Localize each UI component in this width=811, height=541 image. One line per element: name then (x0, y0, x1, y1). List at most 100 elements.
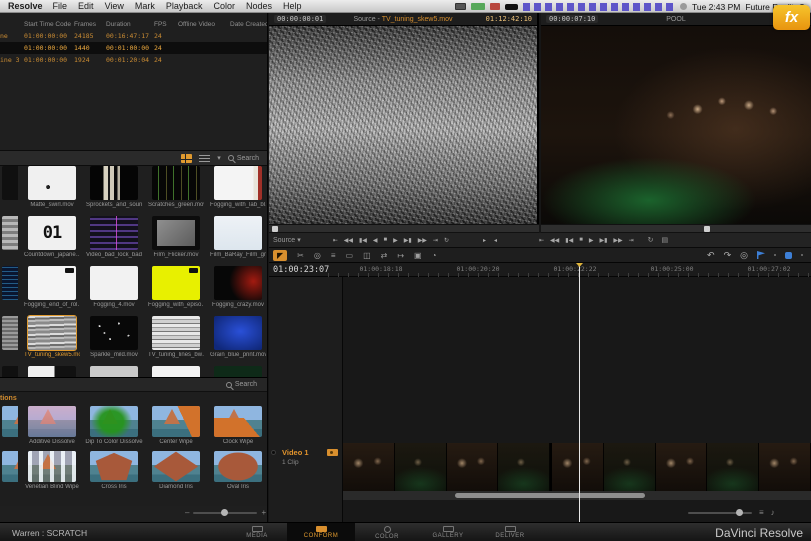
media-clip[interactable] (2, 366, 18, 377)
trim-mode-tool[interactable]: ≡ (331, 250, 336, 261)
media-clip[interactable] (210, 366, 266, 377)
marker-color-dropdown[interactable] (801, 254, 803, 256)
dynamic-trim-tool[interactable]: ◎ (314, 250, 321, 261)
sort-order-dropdown[interactable]: ▾ (217, 154, 221, 162)
step-back-button[interactable]: ▮◀ (565, 237, 573, 244)
overwrite-clip-button[interactable]: ◫ (363, 250, 371, 261)
timeline-ruler[interactable]: 01:00:18:18 01:00:20:20 01:00:22:22 01:0… (328, 263, 811, 277)
tab-media[interactable]: MEDIA (232, 523, 282, 541)
minus-icon[interactable]: – (185, 508, 189, 517)
menu-file[interactable]: File (53, 1, 68, 11)
menu-nodes[interactable]: Nodes (246, 1, 272, 11)
snapshot-button[interactable]: ▣ (414, 250, 422, 261)
col-fps[interactable]: FPS (154, 21, 178, 28)
menu-help[interactable]: Help (283, 1, 302, 11)
media-clip-selected[interactable]: TV_tuning_skew5.mov (24, 315, 80, 358)
app-menu[interactable]: Resolve (8, 1, 43, 11)
media-clip[interactable]: TV_tuning_lines_bw… (148, 316, 204, 358)
media-clip[interactable]: Sparkle_mild.mov (86, 316, 142, 358)
zoom-slider-handle[interactable] (736, 508, 743, 516)
step-back-button[interactable]: ▮◀ (359, 237, 367, 244)
transition-item[interactable]: Clock Wipe (210, 406, 266, 445)
media-clip[interactable]: Matte_swirl.mov (24, 166, 80, 208)
transition-item[interactable]: Cross Iris (86, 451, 142, 490)
tab-color[interactable]: COLOR (362, 523, 412, 541)
timeline-jog-handle[interactable] (704, 226, 710, 232)
table-row[interactable]: ne 01:00:00:00 24185 00:16:47:17 24 (0, 30, 267, 42)
timeline-clip[interactable] (343, 443, 811, 491)
stop-button[interactable]: ■ (384, 237, 388, 244)
zoom-slider-track[interactable] (688, 508, 752, 516)
col-offline-video[interactable]: Offline Video (178, 21, 230, 28)
timeline-video-frame[interactable] (541, 26, 811, 224)
flag-color-dropdown[interactable] (774, 254, 776, 256)
thumbnail-view-icon[interactable] (181, 153, 193, 163)
audio-icon[interactable]: ♪ (771, 508, 775, 517)
stop-button[interactable]: ■ (579, 237, 583, 244)
play-button[interactable]: ▶ (393, 237, 398, 244)
media-clip[interactable]: Film_BaRay_Film_gr… (210, 216, 266, 258)
timeline-horizontal-scroll[interactable] (343, 491, 811, 500)
transition-item[interactable]: Diamond Iris (148, 451, 204, 490)
swap-clip-button[interactable]: ⇄ (381, 250, 388, 261)
go-to-end-button[interactable]: ⇥ (433, 237, 438, 244)
redo-button[interactable]: ↷ (724, 250, 732, 261)
transition-item[interactable] (2, 451, 18, 490)
transition-item[interactable]: Center Wipe (148, 406, 204, 445)
transition-item[interactable]: Venetian Blind Wipe (24, 451, 80, 490)
col-date-created[interactable]: Date Created (230, 21, 267, 28)
media-clip[interactable] (2, 216, 18, 258)
tab-deliver[interactable]: DELIVER (482, 523, 538, 541)
timeline-jog-bar[interactable] (541, 224, 811, 233)
menu-edit[interactable]: Edit (78, 1, 94, 11)
marker-button[interactable] (785, 251, 792, 259)
menu-mark[interactable]: Mark (135, 1, 155, 11)
menu-color[interactable]: Color (213, 1, 235, 11)
media-clip[interactable]: Fogging_with_episo… (148, 266, 204, 308)
step-forward-button[interactable]: ▶▮ (404, 237, 412, 244)
playhead[interactable] (579, 263, 580, 522)
track-list-icon[interactable]: ≡ (759, 508, 764, 517)
transitions-search-bar[interactable]: Search (0, 378, 267, 392)
go-to-start-button[interactable]: ⇤ (539, 237, 544, 244)
transition-item[interactable] (2, 406, 18, 445)
media-clip[interactable] (2, 166, 18, 208)
media-clip[interactable] (148, 366, 204, 377)
list-view-icon[interactable] (199, 154, 211, 162)
fast-forward-button[interactable]: ▶▶ (613, 237, 622, 244)
media-pool-search[interactable]: Search (227, 155, 259, 162)
media-clip[interactable]: Fogging_with_lab_bl… (210, 166, 266, 208)
append-clip-button[interactable]: ↦ (397, 250, 404, 261)
media-clip[interactable]: Fogging_4.mov (86, 266, 142, 308)
table-row-selected[interactable]: 01:00:00:00 1440 00:01:00:00 24 (0, 42, 267, 54)
media-clip[interactable]: Fogging_end_of_rol… (24, 266, 80, 308)
media-clip[interactable] (2, 316, 18, 358)
play-reverse-button[interactable]: ◀ (373, 237, 378, 244)
media-clip[interactable] (86, 366, 142, 377)
battery-icon[interactable] (504, 3, 518, 10)
media-clip[interactable]: Film_Flicker.mov (148, 216, 204, 258)
transition-item[interactable]: Dip To Color Dissolve (85, 406, 143, 445)
table-row[interactable]: ine 3 01:00:00:00 1924 00:01:20:04 24 (0, 54, 267, 66)
plus-icon[interactable]: + (261, 508, 266, 517)
source-video-frame[interactable] (269, 26, 537, 224)
track-enable-toggle[interactable] (271, 450, 276, 455)
go-to-start-button[interactable]: ⇤ (333, 237, 338, 244)
media-clip[interactable] (24, 366, 80, 377)
media-clip[interactable]: Sprockets_and_soun… (86, 166, 142, 208)
transition-item[interactable]: Additive Dissolve (24, 406, 80, 445)
flag-button[interactable] (757, 251, 765, 259)
thumbnail-size-slider[interactable]: – + (185, 508, 266, 517)
loop-button[interactable]: ↻ (444, 237, 449, 244)
media-clip[interactable]: 01 Countdown_japane… (24, 216, 80, 258)
selection-tool[interactable]: ◤ (273, 249, 288, 261)
col-duration[interactable]: Duration (106, 21, 154, 28)
slider-track[interactable] (193, 508, 258, 516)
user-circle-icon[interactable] (679, 3, 687, 10)
go-to-end-button[interactable]: ⇥ (629, 237, 634, 244)
viewer-mode-dropdown[interactable]: Source ▾ (273, 236, 301, 245)
tab-gallery[interactable]: GALLERY (420, 523, 476, 541)
play-button[interactable]: ▶ (589, 237, 594, 244)
source-jog-handle[interactable] (272, 226, 278, 232)
razor-tool[interactable]: ✂ (297, 250, 304, 261)
